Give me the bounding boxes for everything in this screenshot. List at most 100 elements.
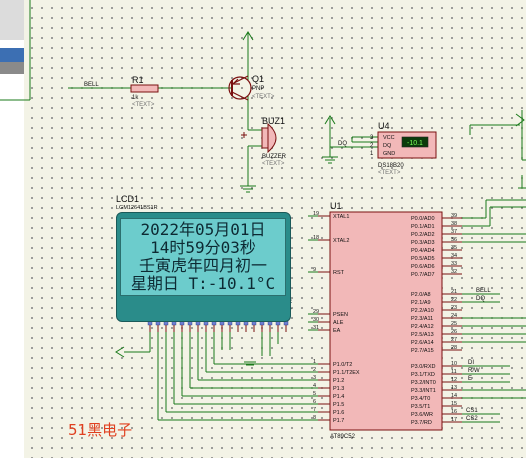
sensor-ref-label: U4 — [378, 121, 390, 131]
sensor-model-label: DS18B20 — [378, 163, 404, 169]
mcu-pin-name: RST — [333, 270, 345, 276]
mcu-pin-number: 31 — [313, 325, 319, 331]
mcu-pin-name: P2.5/A13 — [411, 332, 434, 338]
mcu-pin-number: 9 — [313, 267, 316, 273]
buzzer-text-label: <TEXT> — [262, 161, 285, 167]
mcu-pin-number: 16 — [451, 409, 457, 415]
mcu-pin-number: 29 — [313, 309, 319, 315]
mcu-pin-number: 18 — [313, 235, 319, 241]
mcu-pin-number: 22 — [451, 297, 457, 303]
net-label-di: DI — [468, 360, 474, 366]
mcu-pin-number: 32 — [451, 269, 457, 275]
mcu-pin-name: P1.6 — [333, 410, 344, 416]
mcu-pin-number: 39 — [451, 213, 457, 219]
sensor-reading-value: -10.1 — [407, 140, 423, 147]
watermark-text: 51黑电子 — [68, 421, 133, 439]
mcu-pin-name: XTAL2 — [333, 238, 349, 244]
mcu-pin-name: P0.5/AD5 — [411, 256, 435, 262]
mcu-pin-number: 38 — [451, 221, 457, 227]
mcu-pin-number: 13 — [451, 385, 457, 391]
mcu-pin-number: 37 — [451, 229, 457, 235]
mcu-pin-number: 33 — [451, 261, 457, 267]
transistor-ref-label: Q1 — [252, 74, 264, 84]
resistor-text-label: <TEXT> — [132, 102, 155, 108]
mcu-pin-name: P2.0/A8 — [411, 292, 431, 298]
resistor-value-label: 1k — [132, 95, 139, 101]
mcu-pin-name: XTAL1 — [333, 214, 349, 220]
sensor-pin-dq-label: DQ — [383, 143, 392, 149]
mcu-pin-name: P1.0/T2 — [333, 362, 352, 368]
power-arrow-right — [515, 113, 525, 127]
mcu-pin-number: 24 — [451, 313, 457, 319]
ground-symbol — [240, 185, 256, 193]
buzzer-buz1[interactable] — [241, 122, 277, 154]
mcu-pin-number: 17 — [451, 417, 457, 423]
buzzer-ref-label: BUZ1 — [262, 116, 285, 126]
mcu-pin-name: P1.3 — [333, 386, 344, 392]
mcu-pin-name: P0.7/AD7 — [411, 272, 435, 278]
mcu-pin-name: P2.3/A11 — [411, 316, 433, 322]
mcu-pin-name: P0.6/AD6 — [411, 264, 435, 270]
transistor-q1[interactable] — [228, 75, 252, 101]
mcu-pin-number: 26 — [451, 329, 457, 335]
mcu-pin-number: 28 — [451, 345, 457, 351]
buzzer-type-label: BUZZER — [262, 154, 287, 160]
mcu-pin-number: 21 — [451, 289, 457, 295]
mcu-pin-number: 35 — [451, 245, 457, 251]
mcu-pin-name: P2.2/A10 — [411, 308, 434, 314]
net-label-e: E — [468, 376, 472, 382]
mcu-pin-number: 25 — [451, 321, 457, 327]
mcu-pin-name: P2.1/A9 — [411, 300, 431, 306]
net-label-cs2: CS2 — [466, 416, 478, 422]
net-dq-label: DQ — [338, 141, 347, 147]
mcu-pin-name: P0.4/AD4 — [411, 248, 435, 254]
mcu-pin-number: 19 — [313, 211, 319, 217]
mcu-pin-name: P0.0/AD0 — [411, 216, 435, 222]
mcu-pin-name: P3.0/RXD — [411, 364, 435, 370]
ground-symbol — [322, 156, 338, 164]
net-label-dq: DQ — [476, 296, 485, 302]
lcd-line-lunar: 壬寅虎年四月初一 — [138, 256, 267, 275]
mcu-pin-name: P1.1/T2EX — [333, 370, 360, 376]
net-bell-label: BELL — [84, 82, 99, 88]
mcu-pin-name: P1.7 — [333, 418, 344, 424]
lcd-ref-label: LCD1 — [116, 194, 139, 204]
mcu-pin-number: 11 — [451, 369, 457, 375]
lcd-model-label: LGM12641BS1R — [116, 205, 158, 211]
mcu-pin-number: 23 — [451, 305, 457, 311]
mcu-pin-name: P3.6/WR — [411, 412, 433, 418]
mcu-pin-name: P0.2/AD2 — [411, 232, 435, 238]
mcu-pin-name: P2.4/A12 — [411, 324, 434, 330]
mcu-pin-number: 6 — [313, 399, 316, 405]
sensor-text-label: <TEXT> — [378, 170, 401, 176]
resistor-r1[interactable] — [130, 84, 159, 93]
net-label-cs1: CS1 — [466, 408, 478, 414]
mcu-pin-number: 2 — [313, 367, 316, 373]
mcu-pin-name: P3.2/INT0 — [411, 380, 436, 386]
mcu-pin-name: P3.7/RD — [411, 420, 432, 426]
net-label-bell: BELL — [476, 288, 491, 294]
sensor-pin-gnd-label: GND — [383, 151, 395, 157]
mcu-ref-label: U1 — [330, 201, 342, 211]
mcu-pin-number: 1 — [313, 359, 316, 365]
transistor-text-label: <TEXT> — [252, 94, 275, 100]
mcu-pin-name: ALE — [333, 320, 344, 326]
mcu-pin-number: 14 — [451, 393, 457, 399]
mcu-pin-name: P3.1/TXD — [411, 372, 435, 378]
mcu-pin-number: 10 — [451, 361, 457, 367]
mcu-pin-name: PSEN — [333, 312, 348, 318]
mcu-pin-number: 36 — [451, 237, 457, 243]
mcu-pin-number: 15 — [451, 401, 457, 407]
transistor-type-label: PNP — [252, 86, 264, 92]
mcu-pin-number: 34 — [451, 253, 457, 259]
sensor-pin-num-dq: 2 — [370, 143, 374, 149]
mcu-pin-name: P3.5/T1 — [411, 404, 430, 410]
mcu-pin-number: 7 — [313, 407, 316, 413]
lcd-line-weekday-temp: 星期日 T:-10.1°C — [130, 274, 276, 293]
mcu-pin-number: 5 — [313, 391, 316, 397]
power-arrow-lcd — [115, 346, 125, 358]
lcd-screen: 2022年05月01日 14时59分03秒 壬寅虎年四月初一 星期日 T:-10… — [120, 218, 286, 296]
mcu-pin-number: 8 — [313, 415, 316, 421]
mcu-pin-name: EA — [333, 328, 341, 334]
mcu-pin-name: P0.1/AD1 — [411, 224, 435, 230]
